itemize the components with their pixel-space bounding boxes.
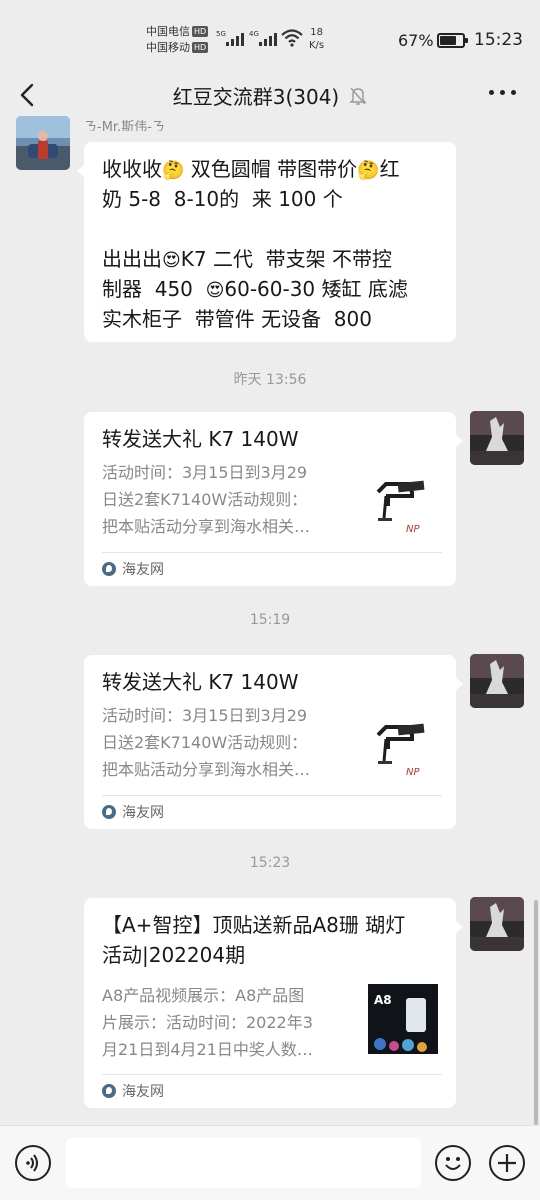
link-card[interactable]: 转发送大礼 K7 140W 活动时间：3月15日到3月29 日送2套K7140W… — [84, 412, 463, 586]
svg-text:NP: NP — [406, 767, 420, 778]
chat-title[interactable]: 红豆交流群3(304) — [173, 81, 340, 110]
signal-4g-icon: 4G — [249, 30, 279, 48]
emoji-icon — [445, 1157, 461, 1170]
avatar[interactable] — [16, 116, 70, 170]
card-title: 转发送大礼 K7 140W — [102, 427, 299, 451]
status-bar: 中国电信 HD 中国移动 HD 5G 4G 18 K/s 67% 15:23 — [0, 0, 540, 78]
timestamp: 15:23 — [249, 855, 291, 871]
plus-icon — [498, 1154, 516, 1172]
card-description: A8产品视频展示：A8产品图 片展示：活动时间：2022年3 月21日到4月21… — [102, 986, 313, 1059]
battery-percent: 67% — [398, 31, 434, 50]
card-source: 海友网 — [102, 559, 164, 579]
a8-thumbnail-icon: A8 — [368, 984, 438, 1054]
card-source: 海友网 — [102, 1081, 164, 1101]
signal-5g-icon: 5G — [216, 30, 246, 48]
thinking-emoji-icon: 🤔 — [162, 160, 185, 181]
timestamp: 15:19 — [249, 612, 291, 628]
carrier-labels: 中国电信 HD 中国移动 HD — [146, 24, 209, 56]
battery-fill — [440, 36, 457, 45]
message-input[interactable] — [66, 1138, 421, 1188]
avatar-photo-icon — [470, 654, 524, 708]
net-speed: 18 K/s — [309, 27, 325, 51]
source-logo-icon — [102, 1084, 116, 1098]
plus-button[interactable] — [489, 1145, 525, 1181]
card-description: 活动时间：3月15日到3月29 日送2套K7140W活动规则： 把本贴活动分享到… — [102, 706, 311, 779]
mute-bell-icon — [349, 87, 367, 105]
card-source: 海友网 — [102, 802, 164, 822]
carrier-1: 中国电信 — [146, 25, 190, 38]
link-card[interactable]: 转发送大礼 K7 140W 活动时间：3月15日到3月29 日送2套K7140W… — [84, 655, 463, 829]
svg-text:A8: A8 — [374, 993, 392, 1007]
avatar-photo-icon — [470, 897, 524, 951]
timestamp: 昨天 13:56 — [233, 372, 307, 388]
voice-icon — [26, 1154, 38, 1172]
voice-button[interactable] — [15, 1145, 51, 1181]
emoji-button[interactable] — [435, 1145, 471, 1181]
my-avatar[interactable] — [470, 654, 524, 708]
wifi-icon — [281, 29, 303, 47]
hd-badge: HD — [192, 26, 209, 37]
card-title: 【A+智控】顶贴送新品A8珊 瑚灯 活动|202204期 — [102, 913, 406, 967]
sender-name: ㄋ-Mr.斯伟-ㄋ — [84, 120, 165, 131]
hd-badge: HD — [192, 42, 209, 53]
more-icon[interactable] — [489, 90, 516, 95]
source-logo-icon — [102, 562, 116, 576]
heart-eyes-emoji-icon: 😍 — [162, 250, 181, 271]
scrollbar[interactable] — [534, 900, 538, 1125]
input-bar — [0, 1125, 540, 1200]
chat-header: 红豆交流群3(304) — [0, 78, 540, 112]
card-title: 转发送大礼 K7 140W — [102, 670, 299, 694]
card-description: 活动时间：3月15日到3月29 日送2套K7140W活动规则： 把本贴活动分享到… — [102, 463, 311, 536]
avatar-photo-icon — [470, 411, 524, 465]
link-card[interactable]: 【A+智控】顶贴送新品A8珊 瑚灯 活动|202204期 A8产品视频展示：A8… — [84, 898, 463, 1108]
battery-icon — [437, 33, 468, 48]
avatar-photo-icon — [16, 116, 70, 170]
text-message-bubble[interactable]: 收收收🤔 双色圆帽 带图带价🤔红 奶 5-8 8-10的 来 100 个 出出出… — [77, 142, 456, 342]
clock: 15:23 — [474, 30, 523, 50]
source-logo-icon — [102, 805, 116, 819]
svg-text:NP: NP — [406, 524, 420, 535]
lamp-thumbnail-icon: NP — [368, 472, 438, 542]
carrier-2: 中国移动 — [146, 41, 190, 54]
heart-eyes-emoji-icon: 😍 — [205, 280, 225, 301]
my-avatar[interactable] — [470, 411, 524, 465]
my-avatar[interactable] — [470, 897, 524, 951]
lamp-thumbnail-icon: NP — [368, 715, 438, 785]
thinking-emoji-icon: 🤔 — [357, 160, 380, 181]
